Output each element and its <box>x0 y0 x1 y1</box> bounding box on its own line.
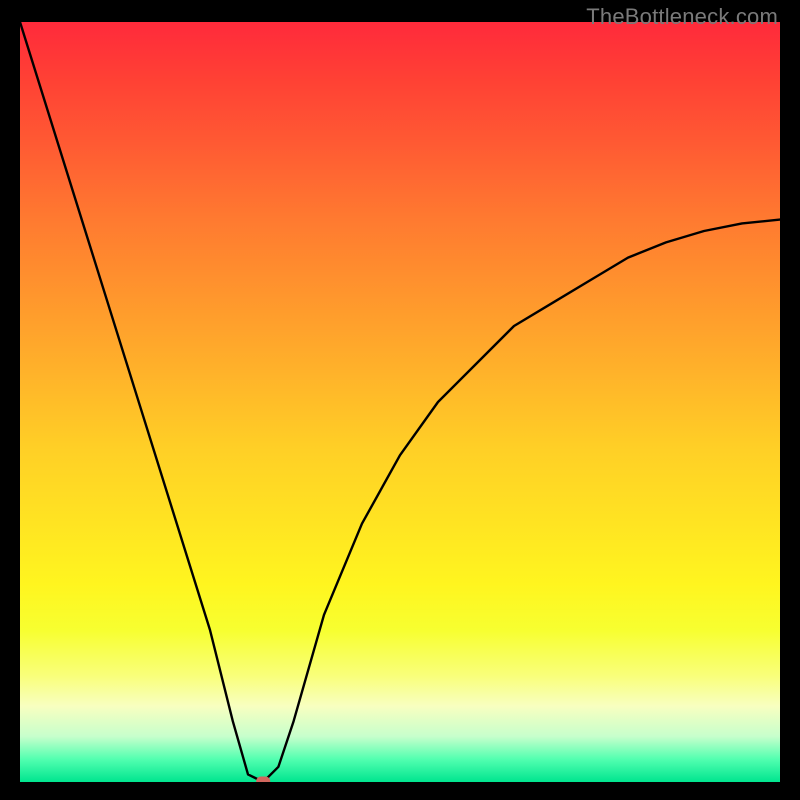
chart-frame: TheBottleneck.com <box>0 0 800 800</box>
bottleneck-curve <box>20 22 780 782</box>
watermark-label: TheBottleneck.com <box>586 4 778 30</box>
min-marker <box>257 777 270 782</box>
plot-area <box>20 22 780 782</box>
chart-overlay <box>20 22 780 782</box>
